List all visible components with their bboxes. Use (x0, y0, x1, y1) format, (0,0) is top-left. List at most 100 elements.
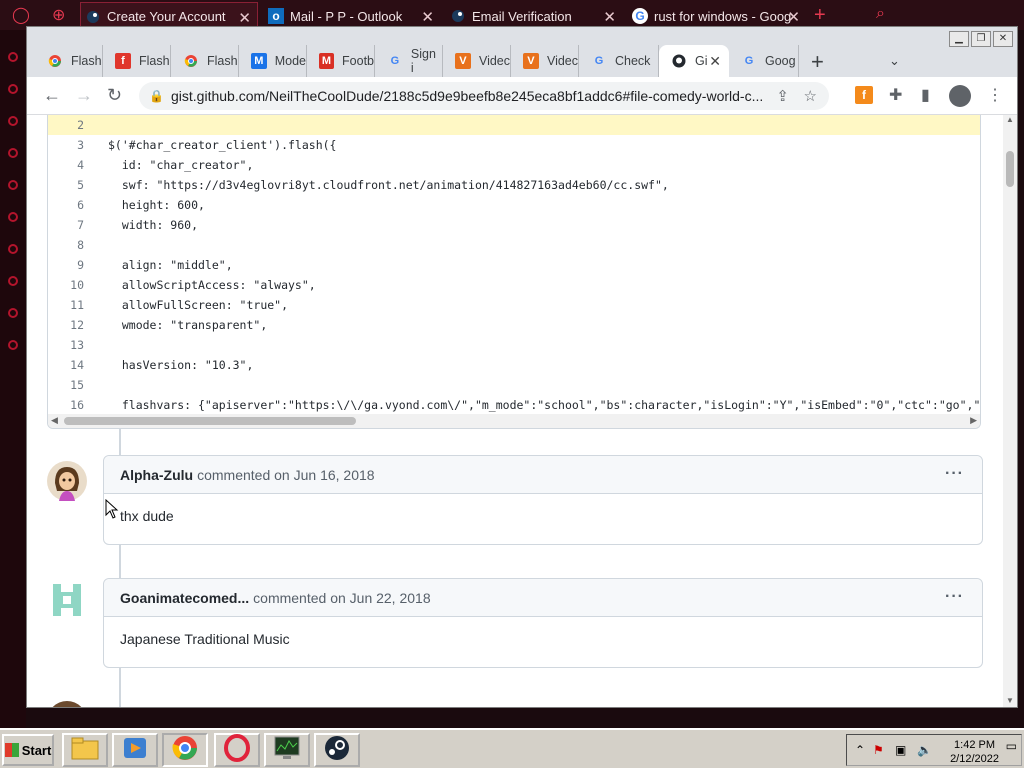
search-icon[interactable]: ⌕ (876, 5, 885, 23)
chrome-tab[interactable]: V Videc (443, 45, 511, 77)
code-line: 4 id: "char_creator", (77, 158, 254, 172)
chrome-tab-label: Flash (139, 54, 170, 68)
sidebar-icon[interactable] (8, 52, 18, 62)
chrome-taskbar-button[interactable] (162, 733, 208, 767)
scroll-right-icon[interactable]: ▶ (970, 415, 977, 426)
close-icon[interactable]: ✕ (603, 8, 616, 26)
close-icon[interactable]: ✕ (787, 8, 800, 26)
outer-tab-label: rust for windows - Goog (654, 8, 792, 24)
opera-menu-icon[interactable]: ◯ (12, 5, 30, 25)
back-button[interactable]: ← (43, 85, 61, 106)
vertical-scroll-thumb[interactable] (1006, 151, 1014, 187)
chrome-tab[interactable]: G Sign i (375, 45, 443, 77)
sidebar-icon[interactable] (8, 84, 18, 94)
sidebar-icon[interactable] (8, 340, 18, 350)
sidebar-icon[interactable] (8, 212, 18, 222)
clock-date: 2/12/2022 (950, 753, 999, 765)
chrome-icon (183, 53, 199, 69)
gamepad-icon[interactable]: ⊕ (52, 5, 65, 25)
extensions-puzzle-icon[interactable]: ✚ (889, 85, 902, 105)
url-text[interactable]: gist.github.com/NeilTheCoolDude/2188c5d9… (171, 88, 771, 104)
vertical-scrollbar[interactable]: ▲ ▼ (1003, 115, 1017, 707)
show-hidden-icons-icon[interactable]: ⌃ (855, 743, 865, 757)
avatar[interactable] (47, 580, 87, 620)
comment-author[interactable]: Alpha-Zulu (120, 467, 193, 483)
file-explorer-button[interactable] (62, 733, 108, 767)
chrome-tab-label: Check (615, 54, 651, 68)
close-icon[interactable]: ✕ (421, 8, 434, 26)
avatar[interactable] (47, 461, 87, 501)
chrome-tab-active[interactable]: Gi ✕ (659, 45, 729, 77)
chrome-tab-label: Sign i (410, 47, 436, 75)
close-icon[interactable]: ✕ (709, 53, 721, 70)
code-line: 15 (70, 378, 84, 392)
forward-button[interactable]: → (75, 85, 93, 106)
comment-author[interactable]: Goanimatecomed... (120, 590, 249, 606)
scroll-down-icon[interactable]: ▼ (1006, 696, 1014, 705)
flash-extension-icon[interactable]: f (855, 86, 873, 104)
code-line: 16 flashvars: {"apiserver":"https:\/\/ga… (70, 398, 981, 412)
media-player-button[interactable] (112, 733, 158, 767)
start-label: Start (21, 742, 52, 758)
code-line: 9 align: "middle", (77, 258, 233, 272)
opera-taskbar-button[interactable] (214, 733, 260, 767)
chrome-tab[interactable]: M Mode (239, 45, 307, 77)
chrome-tab[interactable]: Flash (171, 45, 239, 77)
close-icon[interactable]: ✕ (238, 9, 251, 27)
scroll-left-icon[interactable]: ◀ (51, 415, 58, 426)
comment-meta[interactable]: commented on Jun 22, 2018 (253, 590, 430, 606)
chrome-icon (171, 734, 199, 767)
chrome-tab[interactable]: M Footb (307, 45, 375, 77)
outer-new-tab-button[interactable]: + (814, 4, 826, 27)
chrome-tab[interactable]: G Goog (729, 45, 799, 77)
menu-kebab-icon[interactable]: ⋮ (987, 85, 1003, 105)
chrome-tab-label: Goog (765, 54, 796, 68)
comment-meta[interactable]: commented on Jun 16, 2018 (197, 467, 374, 483)
chrome-tab[interactable]: Flash (35, 45, 103, 77)
media-icon (122, 735, 148, 766)
scroll-up-icon[interactable]: ▲ (1006, 115, 1014, 124)
network-icon[interactable]: ▣ (895, 743, 906, 757)
clock[interactable]: 1:42 PM 2/12/2022 (950, 738, 999, 766)
horizontal-scroll-thumb[interactable] (64, 417, 356, 425)
code-line: 2 (48, 115, 980, 135)
lock-icon[interactable]: 🔒 (149, 89, 164, 103)
chrome-window: ▁ ❐ ✕ Flash f Flash Flash M Mode M Footb (26, 26, 1018, 708)
security-alert-icon[interactable]: ⚑ (873, 743, 884, 757)
comment-menu-icon[interactable]: ··· (945, 465, 964, 483)
share-icon[interactable]: ⇪ (776, 87, 789, 105)
sidebar-icon[interactable] (8, 116, 18, 126)
v-icon: V (523, 53, 539, 69)
tab-search-button[interactable]: ⌄ (889, 53, 900, 69)
code-line: 12 wmode: "transparent", (70, 318, 268, 332)
side-panel-icon[interactable]: ▮ (921, 85, 930, 105)
reload-button[interactable]: ↻ (107, 85, 122, 106)
sidebar-icon[interactable] (8, 244, 18, 254)
taskbar: Start ⌃ ⚑ ▣ 🔈 1:42 PM 2/12/2022 ▭ (0, 728, 1024, 768)
chrome-tab[interactable]: G Check (579, 45, 659, 77)
sidebar-icon[interactable] (8, 308, 18, 318)
sidebar-icon[interactable] (8, 180, 18, 190)
sidebar-icon[interactable] (8, 276, 18, 286)
sidebar-icon[interactable] (8, 148, 18, 158)
v-icon: V (455, 53, 471, 69)
notification-icon[interactable]: ▭ (1006, 739, 1017, 753)
profile-avatar[interactable] (949, 85, 971, 107)
folder-icon (71, 736, 99, 765)
start-button[interactable]: Start (2, 734, 54, 766)
chrome-tab[interactable]: V Videc (511, 45, 579, 77)
horizontal-scrollbar[interactable]: ◀ ▶ (48, 414, 980, 428)
avatar[interactable] (47, 701, 87, 707)
system-tray: ⌃ ⚑ ▣ 🔈 1:42 PM 2/12/2022 ▭ (846, 734, 1022, 766)
chrome-tab[interactable]: f Flash (103, 45, 171, 77)
steam-taskbar-button[interactable] (314, 733, 360, 767)
address-bar[interactable]: 🔒 gist.github.com/NeilTheCoolDude/2188c5… (139, 82, 829, 110)
comment-menu-icon[interactable]: ··· (945, 588, 964, 606)
volume-icon[interactable]: 🔈 (917, 743, 932, 757)
chrome-tab-label: Flash (207, 54, 238, 68)
task-manager-button[interactable] (264, 733, 310, 767)
bookmark-star-icon[interactable]: ☆ (804, 87, 817, 105)
new-tab-button[interactable]: + (811, 49, 824, 75)
m-red-icon: M (319, 53, 335, 69)
google-icon: G (390, 55, 400, 67)
